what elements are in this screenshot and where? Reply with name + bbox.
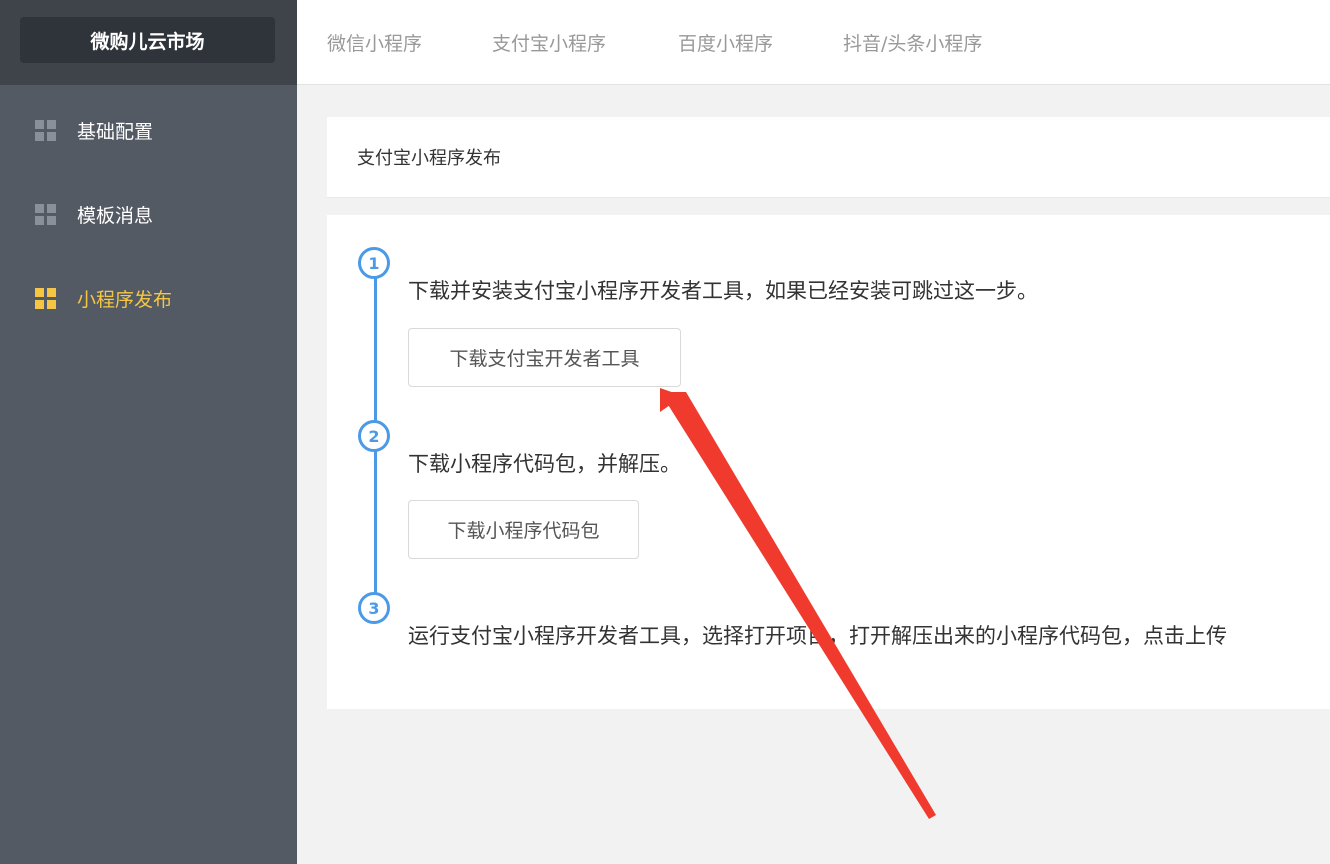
tab-douyin-miniprogram[interactable]: 抖音/头条小程序 bbox=[843, 0, 982, 84]
app-logo[interactable]: 微购儿云市场 bbox=[20, 17, 275, 63]
page-title: 支付宝小程序发布 bbox=[327, 117, 1330, 198]
publish-steps-card: 1 下载并安装支付宝小程序开发者工具，如果已经安装可跳过这一步。 下载支付宝开发… bbox=[327, 215, 1330, 709]
download-code-package-button[interactable]: 下载小程序代码包 bbox=[408, 500, 639, 559]
tab-wechat-miniprogram[interactable]: 微信小程序 bbox=[327, 0, 422, 84]
tab-baidu-miniprogram[interactable]: 百度小程序 bbox=[678, 0, 773, 84]
step-number-2: 2 bbox=[358, 420, 390, 452]
grid-icon bbox=[35, 119, 56, 141]
step-1-text: 下载并安装支付宝小程序开发者工具，如果已经安装可跳过这一步。 bbox=[408, 279, 1038, 303]
sidebar-item-template-message[interactable]: 模板消息 bbox=[0, 172, 297, 256]
step-2-text: 下载小程序代码包，并解压。 bbox=[408, 452, 681, 476]
sidebar-item-miniprogram-publish[interactable]: 小程序发布 bbox=[0, 256, 297, 340]
step-number-1: 1 bbox=[358, 247, 390, 279]
sidebar-item-basic-config[interactable]: 基础配置 bbox=[0, 88, 297, 172]
sidebar-item-label: 小程序发布 bbox=[77, 288, 173, 311]
grid-icon bbox=[35, 287, 56, 309]
step-3-text: 运行支付宝小程序开发者工具，选择打开项目，打开解压出来的小程序代码包，点击上传 bbox=[408, 624, 1227, 648]
grid-icon bbox=[35, 203, 56, 225]
top-tab-bar: 微信小程序 支付宝小程序 百度小程序 抖音/头条小程序 bbox=[297, 0, 1330, 85]
sidebar: 微购儿云市场 基础配置 模板消息 小程序发布 bbox=[0, 0, 297, 864]
step-number-3: 3 bbox=[358, 592, 390, 624]
sidebar-item-label: 基础配置 bbox=[77, 120, 154, 143]
sidebar-item-label: 模板消息 bbox=[77, 204, 154, 227]
download-alipay-devtool-button[interactable]: 下载支付宝开发者工具 bbox=[408, 328, 681, 387]
logo-area: 微购儿云市场 bbox=[0, 0, 297, 85]
tab-alipay-miniprogram[interactable]: 支付宝小程序 bbox=[492, 0, 606, 84]
